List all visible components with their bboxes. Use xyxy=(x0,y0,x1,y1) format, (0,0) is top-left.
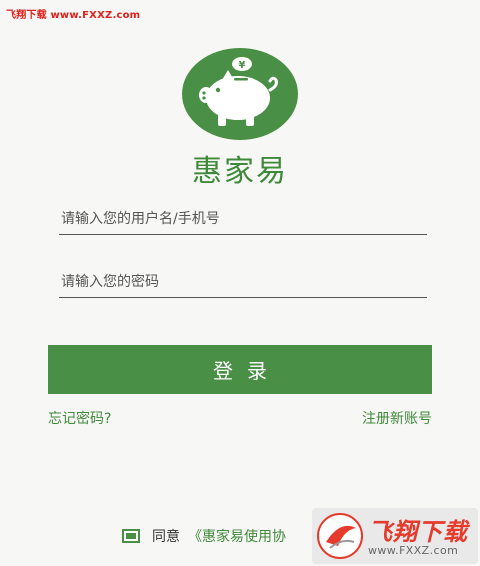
agreement-row: 同意 《惠家易使用协 xyxy=(122,526,286,546)
agree-label: 同意 xyxy=(152,529,180,545)
watermark-title: 飞翔下载 xyxy=(368,518,468,546)
register-account-link[interactable]: 注册新账号 xyxy=(362,408,432,428)
agreement-link[interactable]: 《惠家易使用协 xyxy=(188,526,286,546)
watermark-logo-icon xyxy=(317,513,363,559)
watermark-url: www.FXXZ.com xyxy=(368,544,459,557)
forgot-password-link[interactable]: 忘记密码? xyxy=(48,408,111,428)
agree-checkbox[interactable] xyxy=(122,529,140,543)
username-field[interactable] xyxy=(59,204,427,235)
coin-symbol: ¥ xyxy=(239,60,246,71)
app-logo: ¥ xyxy=(180,48,300,140)
username-input[interactable] xyxy=(59,204,427,234)
watermark-badge: 飞翔下载 www.FXXZ.com xyxy=(312,508,478,564)
top-watermark: 飞翔下载 www.FXXZ.com xyxy=(6,10,141,21)
piggy-bank-icon: ¥ xyxy=(182,48,298,140)
login-button[interactable]: 登录 xyxy=(48,345,432,394)
password-field[interactable] xyxy=(59,267,427,298)
app-name: 惠家易 xyxy=(192,154,288,189)
password-input[interactable] xyxy=(59,267,427,297)
